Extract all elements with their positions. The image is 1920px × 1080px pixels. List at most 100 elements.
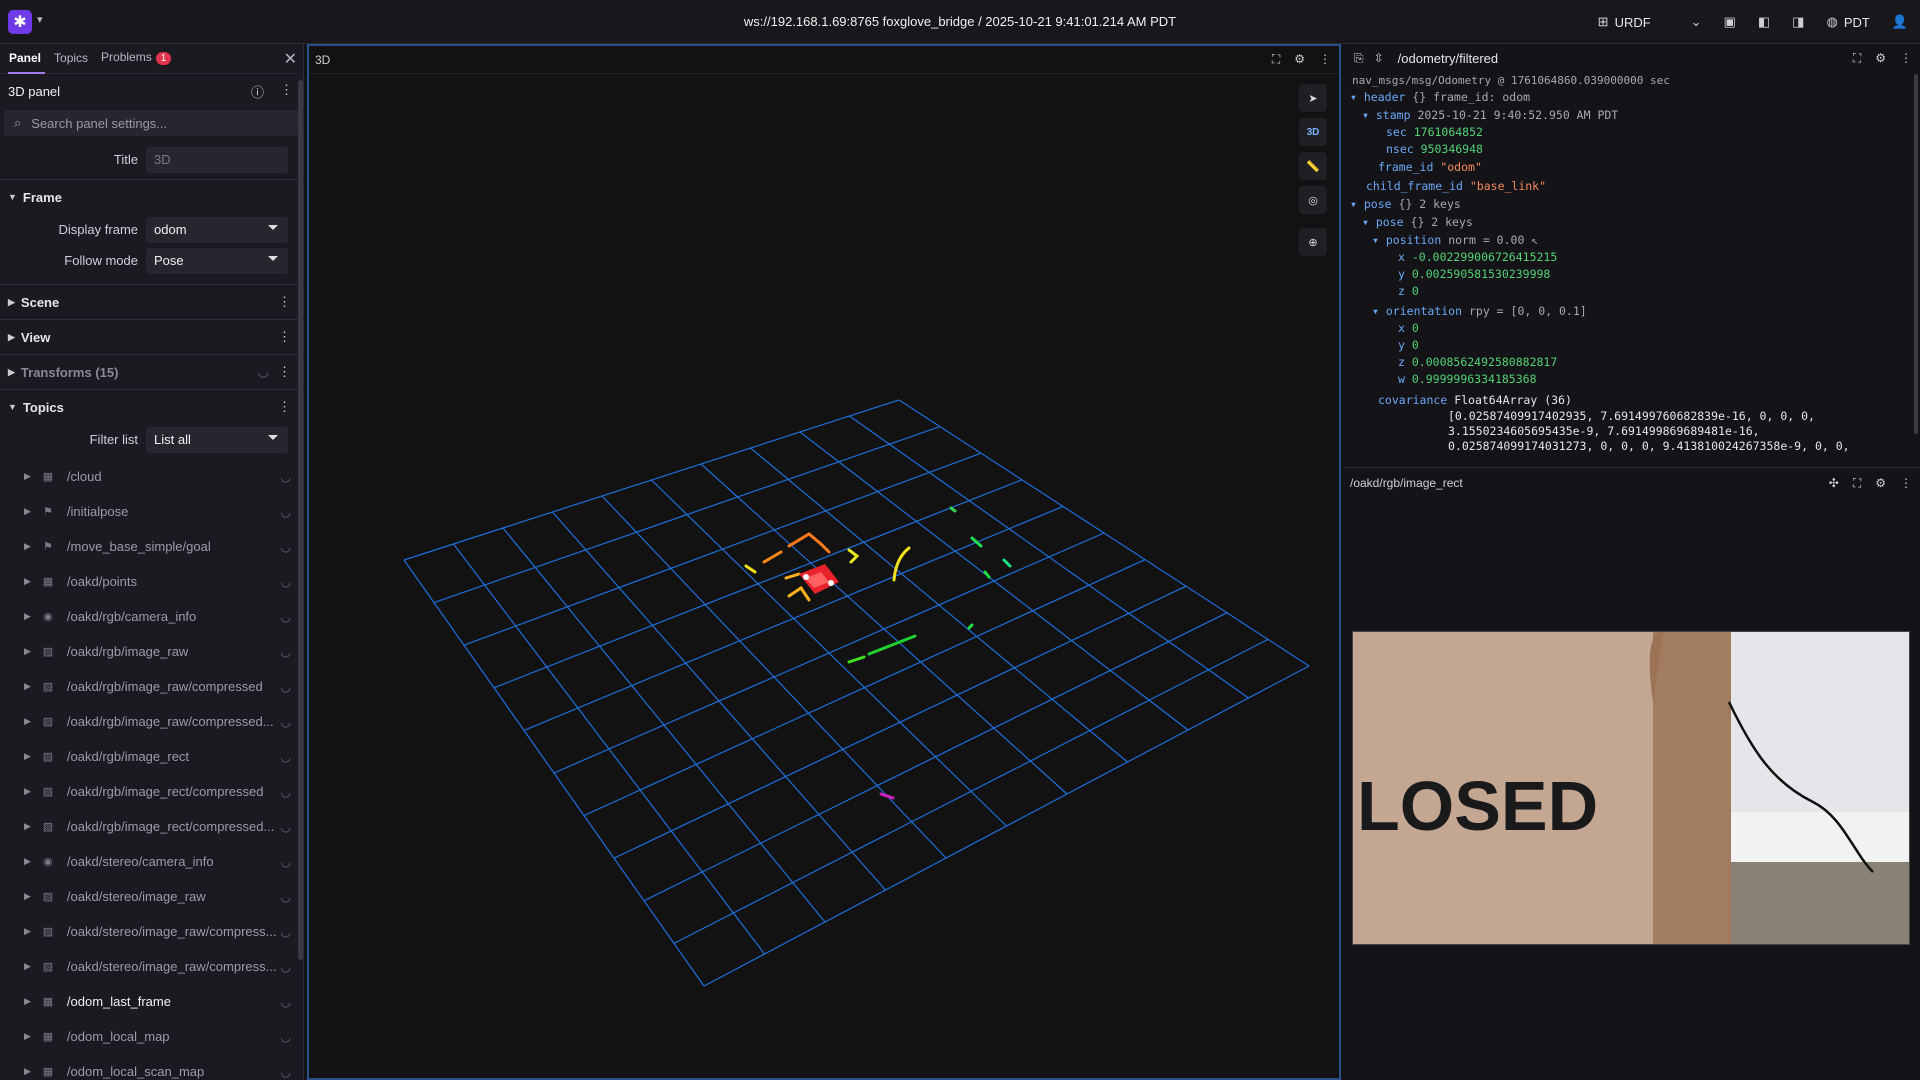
visibility-icon[interactable]: ◡: [281, 855, 291, 869]
caret-right-icon[interactable]: ▶: [24, 506, 31, 517]
transforms-section-header[interactable]: ▶ Transforms (15) ◡ ⋮: [0, 354, 303, 389]
move-icon[interactable]: ✣: [1829, 476, 1839, 491]
select-tool-icon[interactable]: ➤: [1299, 84, 1327, 112]
caret-right-icon[interactable]: ▶: [24, 681, 31, 692]
fullscreen-icon[interactable]: ⛶: [1272, 52, 1280, 67]
3d-scene[interactable]: [309, 74, 1339, 1078]
topic-row[interactable]: ▶ ▦ /odom_local_map ◡: [0, 1019, 303, 1054]
display-frame-select[interactable]: odom: [146, 216, 288, 243]
visibility-icon[interactable]: ◡: [281, 1065, 291, 1079]
topic-row[interactable]: ▶ ▨ /oakd/rgb/image_rect/compressed ◡: [0, 774, 303, 809]
visibility-icon[interactable]: ◡: [281, 470, 291, 484]
more-icon[interactable]: ⋮: [1319, 52, 1331, 67]
raw-scrollbar[interactable]: [1914, 74, 1918, 434]
tree-row-frame-id[interactable]: frame_id "odom": [1378, 160, 1482, 174]
camera-image[interactable]: LOSED: [1352, 631, 1910, 945]
more-icon[interactable]: ⋮: [278, 329, 291, 345]
more-icon[interactable]: ⋮: [278, 364, 291, 380]
visibility-icon[interactable]: ◡: [281, 1030, 291, 1044]
urdf-button[interactable]: ⊞ URDF ⌄: [1598, 14, 1702, 30]
diff-icon[interactable]: ⇳: [1374, 51, 1384, 65]
toggle-left-sidebar-button[interactable]: ◧: [1758, 14, 1770, 30]
visibility-icon[interactable]: ◡: [281, 540, 291, 554]
follow-mode-select[interactable]: Pose: [146, 247, 288, 274]
more-icon[interactable]: ⋮: [278, 399, 291, 415]
visibility-icon[interactable]: ◡: [281, 820, 291, 834]
caret-right-icon[interactable]: ▶: [24, 751, 31, 762]
topic-row[interactable]: ▶ ⚑ /initialpose ◡: [0, 494, 303, 529]
help-icon[interactable]: ⓘ: [251, 82, 264, 101]
image-panel[interactable]: /oakd/rgb/image_rect ✣ ⛶ ⚙ ⋮ LOSED: [1344, 469, 1920, 1080]
caret-right-icon[interactable]: ▶: [24, 786, 31, 797]
visibility-icon[interactable]: ◡: [281, 645, 291, 659]
tree-row-orientation-x[interactable]: x 0: [1398, 321, 1419, 335]
visibility-icon[interactable]: ◡: [281, 610, 291, 624]
topics-section-header[interactable]: ▼ Topics ⋮: [0, 389, 303, 424]
topic-path[interactable]: /odometry/filtered: [1398, 51, 1498, 66]
caret-right-icon[interactable]: ▶: [24, 891, 31, 902]
tree-row-stamp[interactable]: ▾ stamp 2025-10-21 9:40:52.950 AM PDT: [1362, 108, 1618, 122]
caret-right-icon[interactable]: ▶: [24, 996, 31, 1007]
title-field[interactable]: 3D: [146, 146, 288, 173]
tab-problems[interactable]: Problems 1: [96, 50, 179, 73]
topic-row[interactable]: ▶ ▦ /oakd/points ◡: [0, 564, 303, 599]
fullscreen-icon[interactable]: ⛶: [1853, 51, 1861, 66]
toggle-right-sidebar-button[interactable]: ◨: [1792, 14, 1804, 30]
measure-ruler-icon[interactable]: 📏: [1299, 152, 1327, 180]
visibility-icon[interactable]: ◡: [281, 890, 291, 904]
more-icon[interactable]: ⋮: [1900, 476, 1912, 491]
tree-row-orientation[interactable]: ▾ orientation rpy = [0, 0, 0.1]: [1372, 304, 1587, 318]
topic-row[interactable]: ▶ ⚑ /move_base_simple/goal ◡: [0, 529, 303, 564]
tree-row-header[interactable]: ▾ header {} frame_id: odom: [1350, 90, 1530, 104]
visibility-icon[interactable]: ◡: [281, 575, 291, 589]
visibility-icon[interactable]: ◡: [281, 960, 291, 974]
tree-row-child-frame-id[interactable]: child_frame_id "base_link": [1366, 179, 1546, 193]
caret-right-icon[interactable]: ▶: [24, 576, 31, 587]
timezone-button[interactable]: ◍ PDT: [1826, 14, 1869, 30]
recenter-camera-icon[interactable]: ⊕: [1299, 228, 1327, 256]
gear-icon[interactable]: ⚙: [1875, 51, 1886, 66]
tree-row-orientation-y[interactable]: y 0: [1398, 338, 1419, 352]
tab-panel[interactable]: Panel: [4, 51, 49, 74]
view-section-header[interactable]: ▶ View ⋮: [0, 319, 303, 354]
visibility-icon[interactable]: ◡: [281, 505, 291, 519]
tree-row-orientation-z[interactable]: z 0.0008562492580882817: [1398, 355, 1557, 369]
add-panel-button[interactable]: ▣: [1724, 14, 1736, 30]
caret-right-icon[interactable]: ▶: [24, 541, 31, 552]
tree-row-pose[interactable]: ▾ pose {} 2 keys: [1350, 197, 1461, 211]
topic-row[interactable]: ▶ ▨ /oakd/stereo/image_raw/compress... ◡: [0, 949, 303, 984]
caret-right-icon[interactable]: ▶: [24, 926, 31, 937]
visibility-icon[interactable]: ◡: [258, 364, 269, 380]
scrollbar-thumb[interactable]: [298, 80, 303, 960]
caret-right-icon[interactable]: ▶: [24, 1031, 31, 1042]
topic-row[interactable]: ▶ ▨ /oakd/rgb/image_rect ◡: [0, 739, 303, 774]
topic-row[interactable]: ▶ ▨ /oakd/rgb/image_rect/compressed... ◡: [0, 809, 303, 844]
tab-topics[interactable]: Topics: [49, 51, 96, 73]
visibility-icon[interactable]: ◡: [281, 680, 291, 694]
search-input[interactable]: ⌕ Search panel settings...: [4, 110, 299, 136]
visibility-icon[interactable]: ◡: [281, 750, 291, 764]
more-icon[interactable]: ⋮: [278, 294, 291, 310]
gear-icon[interactable]: ⚙: [1294, 52, 1305, 67]
3d-mode-toggle[interactable]: 3D: [1299, 118, 1327, 146]
topic-row[interactable]: ▶ ▨ /oakd/stereo/image_raw ◡: [0, 879, 303, 914]
topic-row[interactable]: ▶ ▨ /oakd/rgb/image_raw/compressed ◡: [0, 669, 303, 704]
visibility-icon[interactable]: ◡: [281, 925, 291, 939]
tree-row-nsec[interactable]: nsec 950346948: [1386, 142, 1483, 156]
more-icon[interactable]: ⋮: [280, 82, 293, 101]
filter-select[interactable]: List all: [146, 426, 288, 453]
topic-row[interactable]: ▶ ▦ /cloud ◡: [0, 459, 303, 494]
user-button[interactable]: 👤: [1892, 14, 1908, 30]
caret-right-icon[interactable]: ▶: [24, 646, 31, 657]
topic-row[interactable]: ▶ ▦ /odom_last_frame ◡: [0, 984, 303, 1019]
tree-row-sec[interactable]: sec 1761064852: [1386, 125, 1483, 139]
publish-point-icon[interactable]: ◎: [1299, 186, 1327, 214]
topic-row[interactable]: ▶ ◉ /oakd/stereo/camera_info ◡: [0, 844, 303, 879]
gear-icon[interactable]: ⚙: [1875, 476, 1886, 491]
topic-row[interactable]: ▶ ▨ /oakd/rgb/image_raw ◡: [0, 634, 303, 669]
scene-section-header[interactable]: ▶ Scene ⋮: [0, 284, 303, 319]
caret-right-icon[interactable]: ▶: [24, 961, 31, 972]
tree-row-pose-inner[interactable]: ▾ pose {} 2 keys: [1362, 215, 1473, 229]
tree-row-position-y[interactable]: y 0.002590581530239998: [1398, 267, 1550, 281]
caret-right-icon[interactable]: ▶: [24, 1066, 31, 1077]
